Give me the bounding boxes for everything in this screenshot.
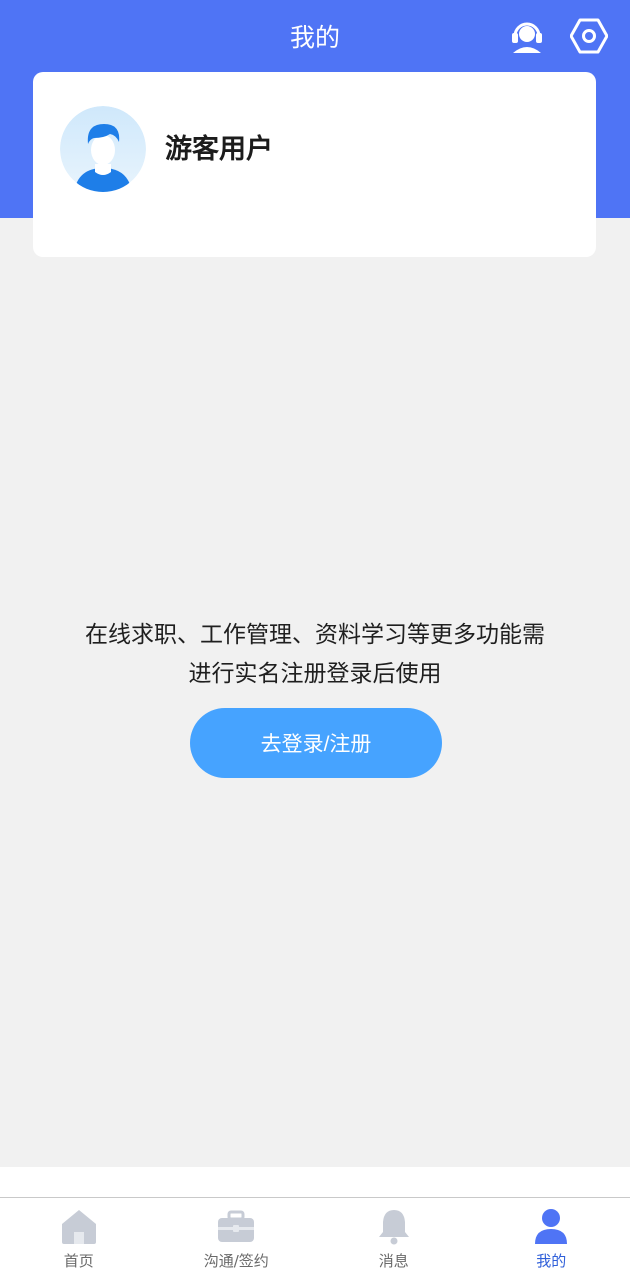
customer-service-icon <box>512 22 542 53</box>
bottom-tab-bar: 首页 沟通/签约 消息 我的 <box>0 1197 630 1280</box>
profile-card[interactable]: 游客用户 <box>33 72 596 257</box>
settings-button[interactable] <box>569 16 609 56</box>
tab-communication[interactable]: 沟通/签约 <box>158 1198 316 1280</box>
briefcase-icon <box>218 1210 255 1242</box>
tab-messages[interactable]: 消息 <box>315 1198 473 1280</box>
bell-icon <box>378 1210 409 1245</box>
user-icon <box>535 1209 568 1244</box>
tab-home-label: 首页 <box>63 1252 94 1270</box>
tab-messages-label: 消息 <box>378 1252 409 1270</box>
settings-hexagon-icon <box>570 18 608 54</box>
user-avatar-icon <box>60 106 146 192</box>
tab-mine-label: 我的 <box>536 1252 567 1270</box>
login-prompt: 在线求职、工作管理、资料学习等更多功能需 进行实名注册登录后使用 <box>0 616 630 694</box>
username: 游客用户 <box>165 134 273 165</box>
home-icon <box>61 1210 96 1244</box>
login-prompt-line2: 进行实名注册登录后使用 <box>188 661 442 687</box>
customer-service-button[interactable] <box>507 16 547 56</box>
login-register-button[interactable]: 去登录/注册 <box>190 708 442 778</box>
login-prompt-line1: 在线求职、工作管理、资料学习等更多功能需 <box>85 622 545 648</box>
tab-mine[interactable]: 我的 <box>473 1198 630 1280</box>
tab-communication-label: 沟通/签约 <box>203 1252 269 1270</box>
tab-home[interactable]: 首页 <box>0 1198 158 1280</box>
avatar[interactable] <box>60 106 146 192</box>
